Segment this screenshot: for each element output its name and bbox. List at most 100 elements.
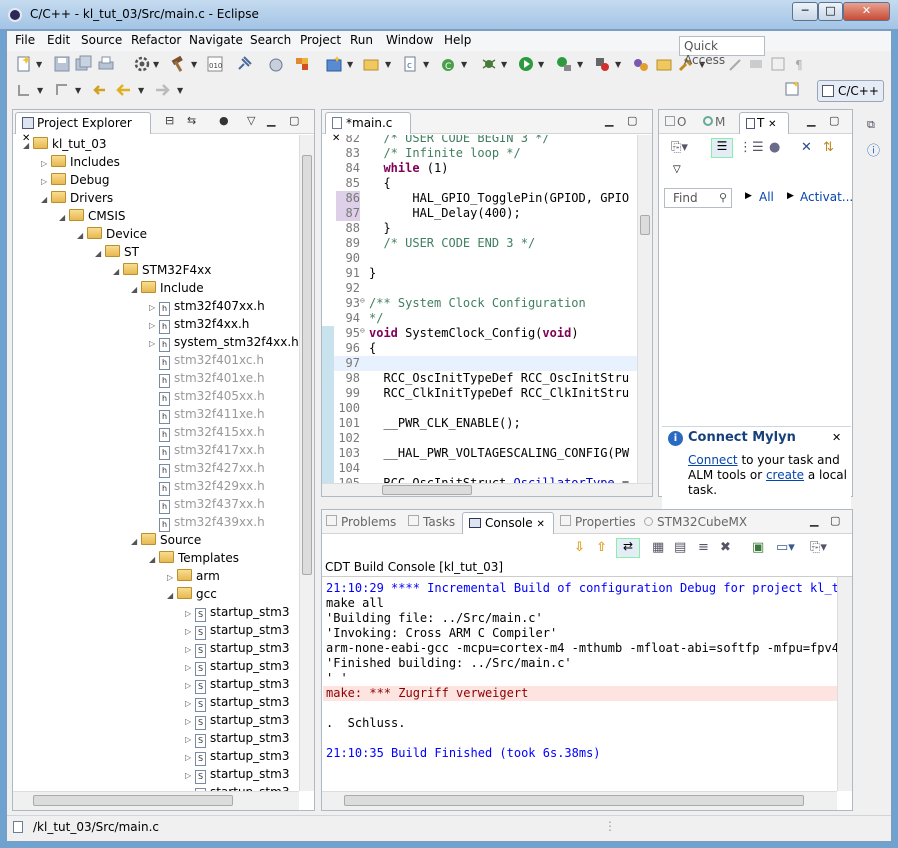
chevron-down-icon[interactable]: ▼ (385, 60, 391, 69)
open-type-icon[interactable] (632, 55, 650, 73)
scroll-thumb[interactable] (344, 795, 804, 806)
collapsed-icon[interactable]: ▷ (149, 339, 159, 348)
fold-icon[interactable]: ⊖ (360, 326, 365, 335)
open-console-icon[interactable]: ▣ (752, 540, 764, 555)
view-menu-icon[interactable]: ▽ (247, 114, 255, 127)
focus-icon[interactable]: ● (769, 140, 780, 155)
tree-item[interactable]: h stm32f401xe.h (149, 371, 265, 389)
open-perspective-icon[interactable] (784, 80, 802, 98)
cube-icon[interactable] (293, 55, 311, 73)
activate-link[interactable]: Activat... (800, 190, 853, 204)
categorized-icon[interactable]: ☰ (711, 138, 733, 158)
tree-item[interactable]: h stm32f401xc.h (149, 353, 264, 371)
chevron-down-icon[interactable]: ▼ (153, 60, 159, 69)
tab-project-explorer[interactable]: Project Explorer ✕ (15, 112, 151, 144)
pen-icon[interactable] (727, 55, 745, 73)
scroll-down-icon[interactable]: ⇩ (574, 540, 585, 555)
menu-help[interactable]: Help (444, 33, 471, 47)
view-menu-icon[interactable]: ▽ (673, 164, 681, 175)
collapsed-icon[interactable]: ▷ (41, 177, 51, 186)
new-project-icon[interactable] (325, 55, 343, 73)
collapsed-icon[interactable]: ▷ (185, 645, 195, 654)
tree-item[interactable]: ▷Sstartup_stm3 (185, 659, 289, 677)
tab-main-c[interactable]: *main.c ✕ (325, 112, 411, 144)
tree-item[interactable]: ▷ h system_stm32f4xx.h (149, 335, 299, 353)
collapse-all-icon[interactable]: ⊟ (165, 114, 174, 127)
tree-item[interactable]: ◢ kl_tut_03 (23, 137, 107, 155)
show-whitespace-icon[interactable] (769, 55, 787, 73)
tree-item[interactable]: h stm32f427xx.h (149, 461, 265, 479)
filter-icon[interactable]: ● (219, 114, 229, 127)
maximize-view-icon[interactable]: ▢ (830, 514, 840, 527)
chevron-down-icon[interactable]: ▼ (501, 60, 507, 69)
collapsed-icon[interactable]: ▷ (185, 627, 195, 636)
menu-run[interactable]: Run (350, 33, 373, 47)
close-icon[interactable]: ✕ (768, 119, 776, 130)
explorer-hscrollbar[interactable] (13, 791, 299, 810)
console-hscrollbar[interactable] (322, 791, 837, 810)
last-edit-icon[interactable] (91, 81, 109, 99)
expanded-icon[interactable]: ◢ (77, 231, 87, 240)
chevron-down-icon[interactable]: ▼ (191, 60, 197, 69)
scroll-thumb[interactable] (640, 215, 650, 235)
expanded-icon[interactable]: ◢ (149, 555, 159, 564)
menu-refactor[interactable]: Refactor (131, 33, 181, 47)
word-wrap-icon[interactable]: ≡ (698, 540, 709, 555)
new-icon[interactable] (15, 55, 33, 73)
chevron-down-icon[interactable]: ▼ (615, 60, 621, 69)
tree-item[interactable]: ◢ STM32F4xx (113, 263, 211, 281)
chevron-down-icon[interactable]: ▼ (138, 86, 144, 95)
hide-completed-icon[interactable]: ✕ (801, 140, 812, 155)
hammer-icon[interactable] (169, 55, 187, 73)
minimize-button[interactable]: ─ (792, 2, 818, 21)
tab-outline[interactable]: O (665, 115, 686, 129)
menu-edit[interactable]: Edit (47, 33, 70, 47)
close-button[interactable]: ✕ (843, 2, 890, 21)
collapsed-icon[interactable]: ▷ (41, 159, 51, 168)
collapsed-icon[interactable]: ▷ (185, 681, 195, 690)
close-icon[interactable]: ✕ (536, 519, 544, 530)
scroll-up-icon[interactable]: ⇧ (596, 540, 607, 555)
tree-item[interactable]: ◢ Device (77, 227, 147, 245)
tab-stm32cubemx[interactable]: STM32CubeMX (644, 515, 747, 529)
minimize-view-icon[interactable]: ▁ (810, 514, 818, 527)
tree-item[interactable]: ▷Sstartup_stm3 (185, 695, 289, 713)
tree-item[interactable]: ▷Sstartup_stm3 (185, 731, 289, 749)
tree-item[interactable]: ▷Sstartup_stm3 (185, 713, 289, 731)
new-file-icon[interactable]: c (401, 55, 419, 73)
tree-item[interactable]: ◢ CMSIS (59, 209, 126, 227)
scroll-lock-icon[interactable]: ⇄ (616, 538, 640, 558)
display-console-icon[interactable]: ▭▾ (776, 540, 795, 555)
link-editor-icon[interactable]: ⇆ (187, 114, 196, 127)
chevron-down-icon[interactable]: ▼ (577, 60, 583, 69)
chevron-down-icon[interactable]: ▼ (461, 60, 467, 69)
chevron-down-icon[interactable]: ▼ (347, 60, 353, 69)
editor-hscrollbar[interactable] (322, 483, 652, 496)
toggle-icon[interactable] (747, 55, 765, 73)
run-config-icon[interactable] (555, 55, 573, 73)
tab-properties[interactable]: Properties (560, 515, 636, 529)
chevron-down-icon[interactable]: ▼ (538, 60, 544, 69)
console-vscrollbar[interactable] (837, 577, 852, 791)
expanded-icon[interactable]: ◢ (41, 195, 51, 204)
collapsed-icon[interactable]: ▷ (167, 573, 177, 582)
binary-icon[interactable]: 010 (206, 55, 224, 73)
tree-item[interactable]: h stm32f429xx.h (149, 479, 265, 497)
scroll-thumb[interactable] (382, 485, 472, 495)
bug-icon[interactable] (480, 55, 498, 73)
back-icon[interactable] (115, 81, 133, 99)
menu-source[interactable]: Source (81, 33, 122, 47)
tree-item[interactable]: ◢ Templates (149, 551, 239, 569)
copy-icon[interactable]: ▤ (674, 540, 686, 555)
next-annotation-icon[interactable] (15, 81, 33, 99)
sync-icon[interactable]: ⇅ (823, 140, 834, 155)
perspective-cpp-button[interactable]: C/C++ (817, 80, 884, 102)
tree-item[interactable]: ◢ Source (131, 533, 201, 551)
restore-icon[interactable]: ⧉ (867, 118, 875, 132)
new-folder-icon[interactable] (362, 55, 380, 73)
create-link[interactable]: create (766, 468, 804, 482)
menu-search[interactable]: Search (250, 33, 291, 47)
print-icon[interactable] (97, 55, 115, 73)
pin-console-icon[interactable]: ▦ (652, 540, 664, 555)
tab-tasks[interactable]: Tasks (408, 515, 455, 529)
